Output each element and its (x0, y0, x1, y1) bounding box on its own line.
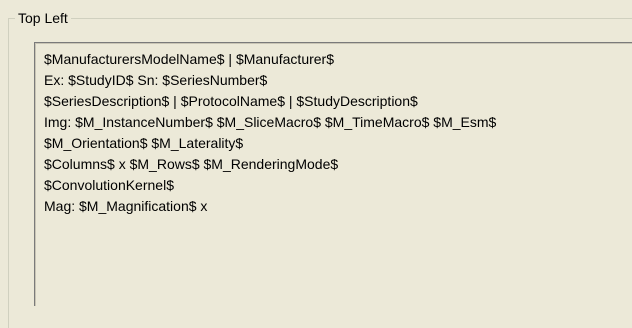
overlay-template-text[interactable]: $ManufacturersModelName$ | $Manufacturer… (44, 49, 496, 217)
template-line: $ManufacturersModelName$ | $Manufacturer… (44, 51, 335, 67)
group-title: Top Left (15, 9, 71, 27)
template-line: $ConvolutionKernel$ (44, 177, 174, 193)
template-line: Ex: $StudyID$ Sn: $SeriesNumber$ (44, 72, 268, 88)
template-line: $Columns$ x $M_Rows$ $M_RenderingMode$ (44, 156, 339, 172)
template-line: $M_Orientation$ $M_Laterality$ (44, 135, 244, 151)
template-line: $SeriesDescription$ | $ProtocolName$ | $… (44, 93, 418, 109)
template-line: Img: $M_InstanceNumber$ $M_SliceMacro$ $… (44, 114, 497, 130)
template-line: Mag: $M_Magnification$ x (44, 198, 208, 214)
